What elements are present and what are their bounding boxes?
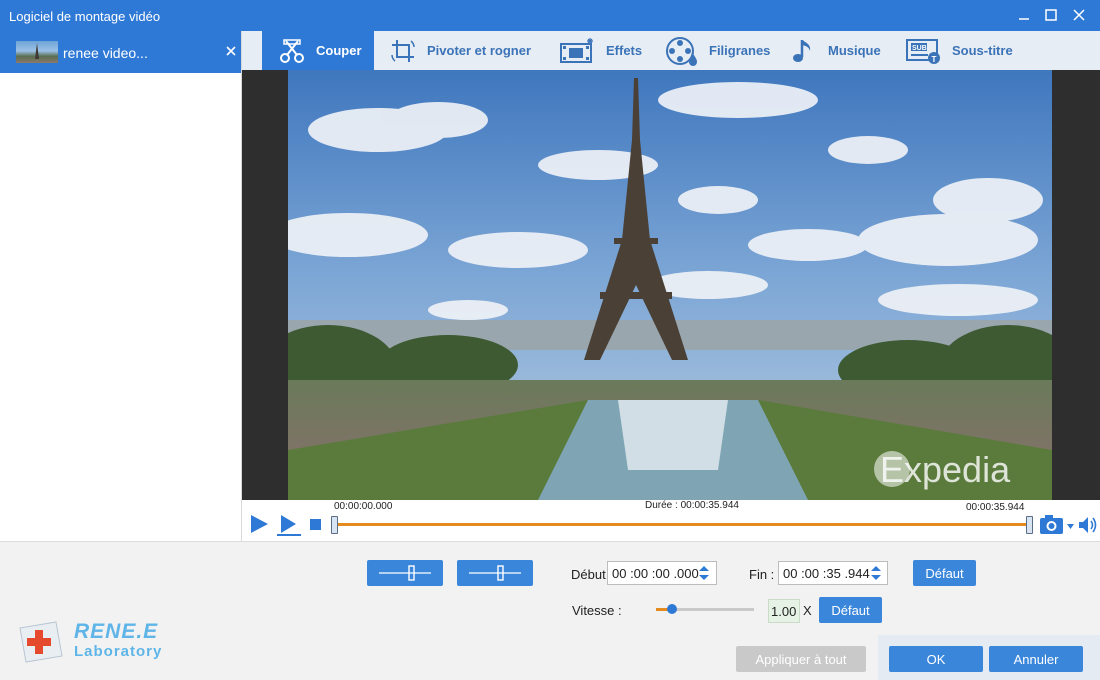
speed-value[interactable]: 1.00 bbox=[768, 599, 800, 623]
close-icon bbox=[226, 46, 236, 56]
music-note-icon bbox=[793, 39, 811, 62]
tab-effets[interactable]: Effets bbox=[560, 31, 642, 70]
file-list-panel: renee video... bbox=[0, 31, 242, 541]
file-list-item[interactable]: renee video... bbox=[0, 31, 241, 73]
tab-filigranes[interactable]: Filigranes bbox=[665, 31, 770, 70]
window-title: Logiciel de montage vidéo bbox=[9, 9, 161, 24]
video-frame[interactable]: Expedia bbox=[288, 70, 1052, 500]
renee-logo: RENE.E Laboratory bbox=[16, 616, 166, 666]
tab-label: Pivoter et rogner bbox=[427, 43, 532, 58]
snapshot-button[interactable] bbox=[1039, 514, 1075, 539]
play-button[interactable] bbox=[249, 514, 269, 537]
trim-end-handle[interactable] bbox=[1026, 516, 1033, 534]
video-image: Expedia bbox=[288, 70, 1052, 500]
volume-icon bbox=[1079, 517, 1097, 533]
start-label: Début bbox=[571, 567, 606, 582]
stop-button[interactable] bbox=[310, 519, 321, 533]
file-name: renee video... bbox=[63, 45, 148, 61]
tab-musique[interactable]: Musique bbox=[790, 31, 881, 70]
end-label: Fin : bbox=[749, 567, 775, 582]
ok-button[interactable]: OK bbox=[889, 646, 983, 672]
logo-text: RENE.E bbox=[74, 620, 159, 643]
tab-label: Sous-titre bbox=[952, 43, 1013, 58]
trim-start-icon bbox=[379, 565, 431, 581]
watermark-icon bbox=[666, 36, 697, 66]
close-icon bbox=[1073, 9, 1085, 21]
video-thumbnail bbox=[16, 41, 58, 63]
apply-all-button[interactable]: Appliquer à tout bbox=[736, 646, 866, 672]
tab-pivoter-rogner[interactable]: Pivoter et rogner bbox=[389, 31, 531, 70]
stop-icon bbox=[310, 519, 321, 530]
effects-icon bbox=[560, 37, 593, 63]
start-time-spinner[interactable] bbox=[697, 562, 711, 584]
subtitle-icon: SUB T bbox=[906, 38, 940, 64]
bottom-panel: RENE.E Laboratory Début 00 :00 :00 .000 … bbox=[0, 541, 1100, 680]
play-from-start-button[interactable] bbox=[276, 514, 302, 539]
remove-file-button[interactable] bbox=[222, 42, 240, 60]
tab-label: Musique bbox=[828, 43, 881, 58]
set-end-button[interactable] bbox=[457, 560, 533, 586]
speed-label: Vitesse : bbox=[572, 603, 622, 618]
trim-end-icon bbox=[469, 565, 521, 581]
timeline-track[interactable] bbox=[334, 523, 1030, 526]
maximize-icon bbox=[1045, 9, 1057, 21]
close-window-button[interactable] bbox=[1066, 4, 1092, 26]
tab-label: Couper bbox=[316, 43, 362, 58]
camera-icon bbox=[1040, 515, 1074, 534]
logo-icon bbox=[19, 621, 63, 663]
title-bar: Logiciel de montage vidéo bbox=[0, 0, 1100, 31]
tab-couper[interactable]: Couper bbox=[262, 31, 374, 70]
speed-unit: X bbox=[803, 603, 812, 618]
set-start-button[interactable] bbox=[367, 560, 443, 586]
end-timecode: 00:00:35.944 bbox=[966, 502, 1025, 513]
svg-text:T: T bbox=[932, 55, 937, 64]
tab-label: Effets bbox=[606, 43, 643, 58]
speed-slider[interactable] bbox=[656, 604, 754, 614]
edit-toolbar: Couper Pivoter et rogner Effets Filigran… bbox=[242, 31, 1100, 70]
minimize-icon bbox=[1019, 18, 1029, 20]
play-segment-icon bbox=[277, 515, 301, 536]
timeline: 00:00:00.000 Durée : 00:00:35.944 00:00:… bbox=[242, 500, 1100, 541]
minimize-button[interactable] bbox=[1011, 4, 1037, 26]
up-down-arrows-icon bbox=[699, 566, 709, 580]
cancel-button[interactable]: Annuler bbox=[989, 646, 1083, 672]
maximize-button[interactable] bbox=[1038, 4, 1064, 26]
trim-start-handle[interactable] bbox=[331, 516, 338, 534]
logo-subtext: Laboratory bbox=[74, 643, 163, 660]
volume-button[interactable] bbox=[1078, 516, 1098, 537]
play-icon bbox=[251, 515, 268, 533]
video-preview-area: Expedia bbox=[242, 70, 1100, 500]
trim-default-button[interactable]: Défaut bbox=[913, 560, 976, 586]
speed-default-button[interactable]: Défaut bbox=[819, 597, 882, 623]
start-timecode: 00:00:00.000 bbox=[334, 501, 393, 512]
tab-label: Filigranes bbox=[709, 43, 771, 58]
crop-rotate-icon bbox=[391, 39, 415, 62]
up-down-arrows-icon bbox=[871, 566, 881, 580]
duration-label: Durée : 00:00:35.944 bbox=[645, 500, 739, 511]
svg-text:SUB: SUB bbox=[912, 45, 927, 52]
tab-sous-titre[interactable]: SUB T Sous-titre bbox=[906, 31, 1013, 70]
end-time-spinner[interactable] bbox=[869, 562, 883, 584]
cut-icon bbox=[280, 38, 304, 63]
speed-slider-knob[interactable] bbox=[667, 604, 677, 614]
